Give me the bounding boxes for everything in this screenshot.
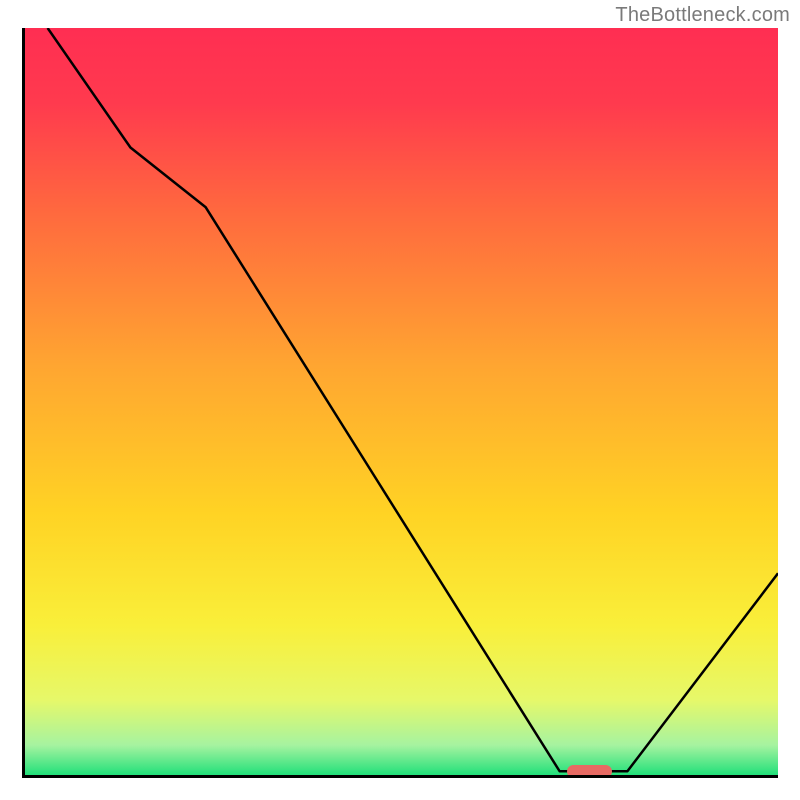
watermark-text: TheBottleneck.com bbox=[615, 4, 790, 27]
chart-axes bbox=[22, 28, 778, 778]
chart-plot-area bbox=[25, 28, 778, 775]
bottleneck-curve bbox=[25, 28, 778, 775]
optimal-marker bbox=[567, 765, 612, 775]
